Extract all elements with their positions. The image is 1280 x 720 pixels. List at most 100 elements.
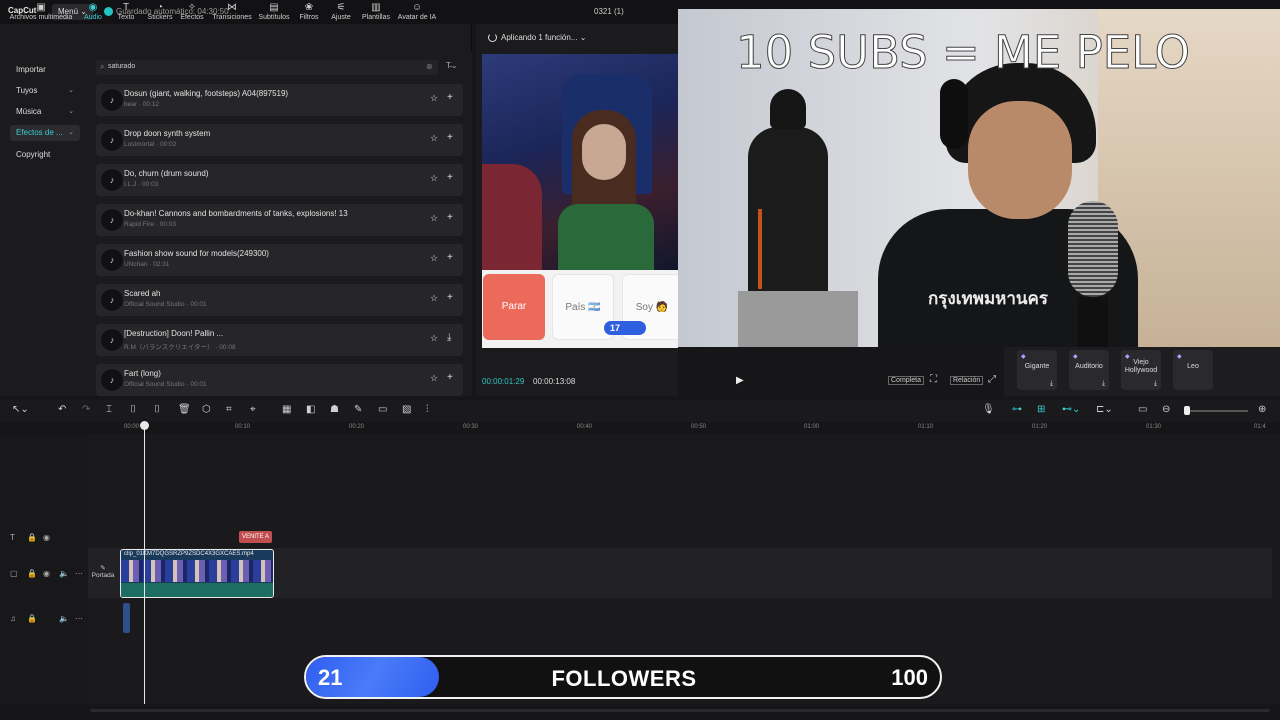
visibility-icon[interactable]: ◉ <box>43 533 50 542</box>
add-icon[interactable]: + <box>447 92 453 103</box>
download-icon[interactable]: ⤓ <box>447 332 451 343</box>
category-sound-effects[interactable]: Efectos de ... ⌄ <box>10 125 80 141</box>
favorite-icon[interactable]: ☆ <box>430 213 438 224</box>
more-icon[interactable]: ⋯ <box>75 614 83 623</box>
tab-transitions[interactable]: ⋈ Transiciones <box>210 2 254 26</box>
tab-templates[interactable]: ▥ Plantillas <box>358 2 394 26</box>
preview-axis-icon[interactable]: ⊷⌄ <box>1062 404 1080 415</box>
favorite-icon[interactable]: ☆ <box>430 173 438 184</box>
category-import[interactable]: Importar <box>10 62 80 78</box>
magic-icon[interactable]: ✎ <box>354 404 362 415</box>
add-icon[interactable]: + <box>447 252 453 263</box>
lock-icon[interactable]: 🔒 <box>27 614 37 623</box>
undo-icon[interactable]: ↶ <box>58 404 66 415</box>
crop-icon[interactable]: ⌗ <box>226 404 232 415</box>
search-input[interactable] <box>96 60 438 75</box>
volume-icon[interactable]: 🔈 <box>59 569 69 578</box>
person-icon[interactable]: ☗ <box>330 404 339 415</box>
tab-adjust[interactable]: ⚟ Ajuste <box>328 2 354 26</box>
add-icon[interactable]: + <box>447 132 453 143</box>
main-track-magnet-icon[interactable]: ⊶ <box>1012 404 1022 415</box>
processing-status[interactable]: Aplicando 1 función... ⌄ <box>501 33 586 42</box>
microphone-icon[interactable]: 🎙 <box>982 404 995 415</box>
speed-icon[interactable]: ⌖ <box>250 404 256 415</box>
text-clip[interactable]: VENITE A <box>239 531 272 543</box>
sound-item[interactable]: ♪ Drop doon synth system Lostmortal · 00:0… <box>96 124 463 156</box>
sound-item[interactable]: ♪ Scared ah Official Sound Studio · 00:01 ☆… <box>96 284 463 316</box>
freeze-icon[interactable]: ▦ <box>282 404 291 415</box>
sound-item[interactable]: ♪ Fart (long) Official Sound Studio · 00:0… <box>96 364 463 396</box>
sound-item[interactable]: ♪ Dosun (giant, walking, footsteps) A04(8… <box>96 84 463 116</box>
clear-icon[interactable]: ⊗ <box>426 62 433 71</box>
time-ruler[interactable] <box>88 422 1280 434</box>
tab-ai-avatar[interactable]: ☺ Avatar de IA <box>396 2 438 26</box>
volume-icon[interactable]: 🔈 <box>59 614 69 623</box>
beat-icon[interactable]: ⫶ <box>426 404 429 415</box>
more-icon[interactable]: ⋯ <box>75 569 83 578</box>
cursor-icon[interactable]: ↖⌄ <box>12 404 29 415</box>
retouch-icon[interactable]: ▨ <box>402 404 411 415</box>
mask-icon[interactable]: ⬡ <box>202 404 211 415</box>
video-preview[interactable]: Parar País 🇦🇷 Soy 🧑 17 <box>482 54 678 348</box>
full-quality-button[interactable]: Completa <box>888 376 924 385</box>
zoom-slider-handle[interactable] <box>1184 406 1190 415</box>
caption-toggle-icon[interactable]: ▭ <box>1138 404 1147 415</box>
fullscreen-icon[interactable]: ⤢ <box>988 374 996 385</box>
split-left-icon[interactable]: ⌷ <box>130 404 136 415</box>
templates-icon: ▥ <box>371 2 381 13</box>
tab-effects[interactable]: ✧ Efectos <box>178 2 206 26</box>
aspect-ratio-button[interactable]: Relación <box>950 376 984 385</box>
playhead[interactable] <box>144 422 145 704</box>
voice-old-hollywood[interactable]: ◆ Viejo Hollywood ⤓ <box>1121 350 1161 390</box>
tab-text[interactable]: T Texto <box>112 2 140 26</box>
favorite-icon[interactable]: ☆ <box>430 133 438 144</box>
redo-icon[interactable]: ↷ <box>82 404 90 415</box>
timeline-scrollbar[interactable] <box>90 709 1270 712</box>
favorite-icon[interactable]: ☆ <box>430 373 438 384</box>
audio-clip[interactable] <box>123 603 130 633</box>
visibility-icon[interactable]: ◉ <box>43 569 50 578</box>
tab-stickers[interactable]: ◔ Stickers <box>144 2 176 26</box>
snap-icon[interactable]: ⊏⌄ <box>1096 404 1113 415</box>
tab-audio[interactable]: ◉ Audio <box>80 2 106 26</box>
favorite-icon[interactable]: ☆ <box>430 253 438 264</box>
category-music[interactable]: Música ⌄ <box>10 104 80 120</box>
playhead-handle[interactable] <box>140 421 149 430</box>
voice-giant[interactable]: ◆ Gigante ⤓ <box>1017 350 1057 390</box>
add-icon[interactable]: + <box>447 372 453 383</box>
filter-icon[interactable]: T̵⌄ <box>446 61 458 70</box>
voice-leo[interactable]: ◆ Leo <box>1173 350 1213 390</box>
category-yours[interactable]: Tuyos ⌄ <box>10 83 80 99</box>
lock-icon[interactable]: 🔒 <box>27 569 37 578</box>
cover-button[interactable]: ✎ Portada <box>91 564 115 579</box>
mirror-icon[interactable]: ◧ <box>306 404 315 415</box>
sound-item[interactable]: ♪ [Destruction] Doon! Pallin ... R.M（バランスク… <box>96 324 463 356</box>
add-icon[interactable]: + <box>447 292 453 303</box>
link-icon[interactable]: ⊞ <box>1037 404 1045 415</box>
sound-title: Do, churn (drum sound) <box>124 169 209 178</box>
favorite-icon[interactable]: ☆ <box>430 93 438 104</box>
add-icon[interactable]: + <box>447 212 453 223</box>
lock-icon[interactable]: 🔒 <box>27 533 37 542</box>
screenshot-icon[interactable]: ⛶ <box>930 374 937 385</box>
split-right-icon[interactable]: ⌷ <box>154 404 160 415</box>
category-copyright[interactable]: Copyright <box>10 147 80 163</box>
tab-filters[interactable]: ❀ Filtros <box>296 2 322 26</box>
split-icon[interactable]: ⌶ <box>106 404 112 415</box>
caption-icon[interactable]: ▭ <box>378 404 387 415</box>
voice-auditorium[interactable]: ◆ Auditorio ⤓ <box>1069 350 1109 390</box>
delete-icon[interactable]: 🗑 <box>178 404 191 415</box>
sound-meta: UNchan · 02:31 <box>124 261 170 268</box>
sound-item[interactable]: ♪ Do, churn (drum sound) I.L.J · 00:03 ☆ + <box>96 164 463 196</box>
sound-item[interactable]: ♪ Fashion show sound for models(249300) UN… <box>96 244 463 276</box>
add-icon[interactable]: + <box>447 172 453 183</box>
tab-subtitles[interactable]: ▤ Subtítulos <box>256 2 292 26</box>
tab-media[interactable]: ▣ Archivos multimedia <box>8 2 74 26</box>
zoom-out-icon[interactable]: ⊖ <box>1162 404 1170 415</box>
favorite-icon[interactable]: ☆ <box>430 293 438 304</box>
zoom-in-icon[interactable]: ⊕ <box>1258 404 1266 415</box>
favorite-icon[interactable]: ☆ <box>430 333 438 344</box>
play-icon[interactable]: ▶ <box>736 375 744 386</box>
sound-item[interactable]: ♪ Do-khan! Cannons and bombardments of ta… <box>96 204 463 236</box>
zoom-slider[interactable] <box>1184 410 1248 412</box>
